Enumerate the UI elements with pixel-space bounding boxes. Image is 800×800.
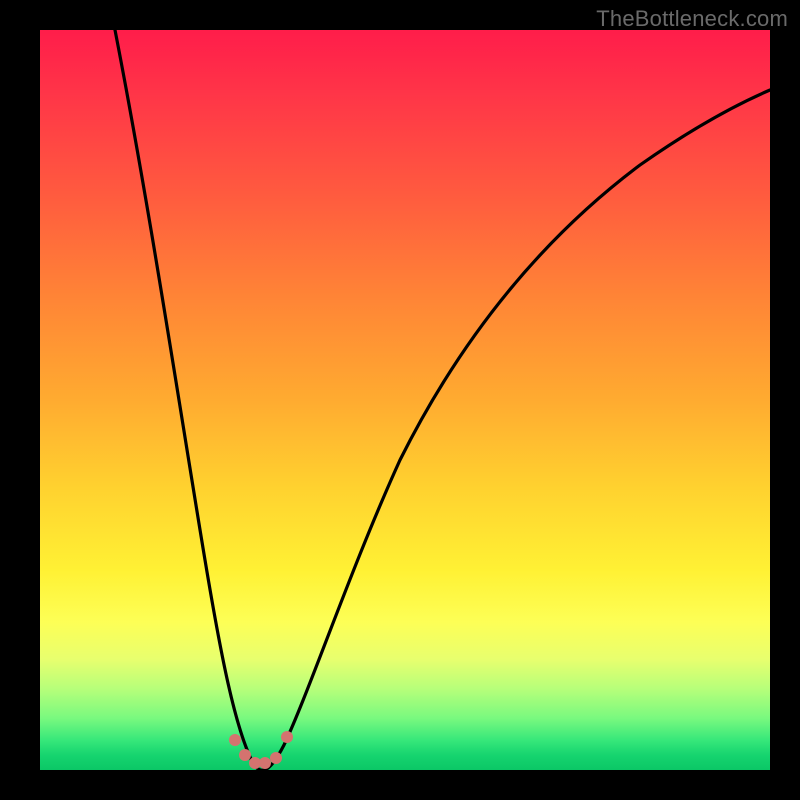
dot (259, 757, 271, 769)
dot (239, 749, 251, 761)
dot (229, 734, 241, 746)
plot-area (40, 30, 770, 770)
trough-dots (229, 731, 293, 769)
bottleneck-curve (115, 30, 770, 770)
watermark-text: TheBottleneck.com (596, 6, 788, 32)
chart-frame: TheBottleneck.com (0, 0, 800, 800)
bottleneck-curve-svg (40, 30, 770, 770)
dot (281, 731, 293, 743)
dot (270, 752, 282, 764)
